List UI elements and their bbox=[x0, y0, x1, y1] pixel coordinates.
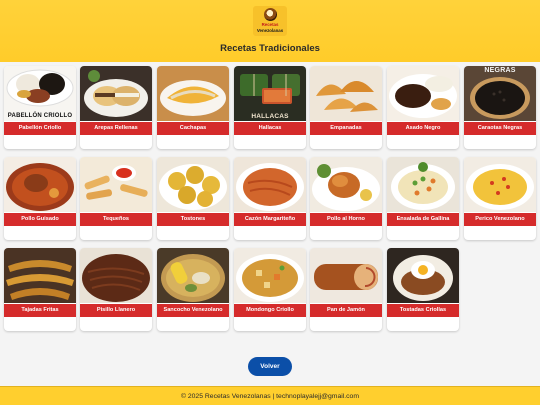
recipe-image bbox=[157, 248, 229, 303]
recipe-image bbox=[157, 66, 229, 121]
recipe-image bbox=[234, 248, 306, 303]
pollo-horno-dish-icon bbox=[310, 157, 382, 212]
recipe-title: Asado Negro bbox=[387, 122, 459, 135]
recipe-card-empanadas[interactable]: Empanadas bbox=[310, 66, 382, 149]
recipe-image: HALLACAS bbox=[234, 66, 306, 121]
site-footer: © 2025 Recetas Venezolanas | technoplaya… bbox=[0, 386, 540, 405]
recipe-title: Ensalada de Gallina bbox=[387, 213, 459, 226]
asado-negro-dish-icon bbox=[387, 66, 459, 121]
recipe-title: Pan de Jamón bbox=[310, 304, 382, 317]
cazon-dish-icon bbox=[234, 157, 306, 212]
recipe-card-pollo-al-horno[interactable]: Pollo al Horno bbox=[310, 157, 382, 240]
recipe-title: Hallacas bbox=[234, 122, 306, 135]
recipe-card-mondongo-criollo[interactable]: Mondongo Criollo bbox=[234, 248, 306, 331]
tostadas-dish-icon bbox=[387, 248, 459, 303]
recipe-card-tostones[interactable]: Tostones bbox=[157, 157, 229, 240]
recipe-card-tequenos[interactable]: Tequeños bbox=[80, 157, 152, 240]
recipe-card-asado-negro[interactable]: Asado Negro bbox=[387, 66, 459, 149]
recipe-card-caraotas-negras[interactable]: NEGRAS Caraotas Negras bbox=[464, 66, 536, 149]
mondongo-dish-icon bbox=[234, 248, 306, 303]
back-button[interactable]: Volver bbox=[248, 357, 292, 376]
recipe-card-ensalada-de-gallina[interactable]: Ensalada de Gallina bbox=[387, 157, 459, 240]
pollo-guisado-dish-icon bbox=[4, 157, 76, 212]
recipe-title: Tostadas Criollas bbox=[387, 304, 459, 317]
recipe-title: Cachapas bbox=[157, 122, 229, 135]
logo-emblem-icon bbox=[263, 8, 277, 21]
recipe-card-cazon-margariteno[interactable]: Cazón Margariteño bbox=[234, 157, 306, 240]
tajadas-dish-icon bbox=[4, 248, 76, 303]
recipe-image-caption: PABELLÓN CRIOLLO bbox=[7, 113, 73, 119]
recipe-card-perico-venezolano[interactable]: Perico Venezolano bbox=[464, 157, 536, 240]
recipe-card-pabellon-criollo[interactable]: PABELLÓN CRIOLLO Pabellón Criollo bbox=[4, 66, 76, 149]
arepas-dish-icon bbox=[80, 66, 152, 121]
recipe-card-tajadas-fritas[interactable]: Tajadas Fritas bbox=[4, 248, 76, 331]
recipe-title: Tajadas Fritas bbox=[4, 304, 76, 317]
recipe-image bbox=[387, 157, 459, 212]
recipe-image bbox=[157, 157, 229, 212]
recipe-image: NEGRAS bbox=[464, 66, 536, 121]
recipe-image bbox=[387, 66, 459, 121]
pisillo-dish-icon bbox=[80, 248, 152, 303]
recipe-image bbox=[387, 248, 459, 303]
tostones-dish-icon bbox=[157, 157, 229, 212]
recipe-title: Arepas Rellenas bbox=[80, 122, 152, 135]
recipe-card-pisillo-llanero[interactable]: Pisillo Llanero bbox=[80, 248, 152, 331]
recipe-card-tostadas-criollas[interactable]: Tostadas Criollas bbox=[387, 248, 459, 331]
recipe-image bbox=[4, 157, 76, 212]
pan-jamon-dish-icon bbox=[310, 248, 382, 303]
recipe-image bbox=[80, 157, 152, 212]
logo-text-line2: Venezolanas bbox=[256, 28, 284, 33]
recipe-title: Pollo Guisado bbox=[4, 213, 76, 226]
recipe-title: Cazón Margariteño bbox=[234, 213, 306, 226]
logo-text-line1: Recetas bbox=[261, 22, 279, 27]
recipe-card-pollo-guisado[interactable]: Pollo Guisado bbox=[4, 157, 76, 240]
recipe-image bbox=[310, 248, 382, 303]
recipe-card-cachapas[interactable]: Cachapas bbox=[157, 66, 229, 149]
recipe-card-hallacas[interactable]: HALLACAS Hallacas bbox=[234, 66, 306, 149]
ensalada-dish-icon bbox=[387, 157, 459, 212]
recipe-image: PABELLÓN CRIOLLO bbox=[4, 66, 76, 121]
sancocho-dish-icon bbox=[157, 248, 229, 303]
recipe-card-sancocho-venezolano[interactable]: Sancocho Venezolano bbox=[157, 248, 229, 331]
recipe-image bbox=[80, 248, 152, 303]
recipe-title: Caraotas Negras bbox=[464, 122, 536, 135]
recipe-image bbox=[310, 66, 382, 121]
recipe-title: Pollo al Horno bbox=[310, 213, 382, 226]
empanadas-dish-icon bbox=[310, 66, 382, 121]
site-logo[interactable]: Recetas Venezolanas bbox=[253, 6, 287, 36]
recipe-image bbox=[80, 66, 152, 121]
recipe-card-pan-de-jamon[interactable]: Pan de Jamón bbox=[310, 248, 382, 331]
recipe-image-caption: NEGRAS bbox=[484, 67, 516, 74]
recipe-image bbox=[310, 157, 382, 212]
recipe-title: Empanadas bbox=[310, 122, 382, 135]
recipe-title: Tostones bbox=[157, 213, 229, 226]
recipe-title: Mondongo Criollo bbox=[234, 304, 306, 317]
recipe-title: Pisillo Llanero bbox=[80, 304, 152, 317]
cachapas-dish-icon bbox=[157, 66, 229, 121]
recipe-title: Sancocho Venezolano bbox=[157, 304, 229, 317]
tequenos-dish-icon bbox=[80, 157, 152, 212]
page-title: Recetas Tradicionales bbox=[220, 43, 320, 54]
perico-dish-icon bbox=[464, 157, 536, 212]
caraotas-dish-icon bbox=[464, 66, 536, 121]
recipe-title: Tequeños bbox=[80, 213, 152, 226]
site-header: Recetas Venezolanas Recetas Tradicionale… bbox=[0, 0, 540, 62]
recipe-title: Perico Venezolano bbox=[464, 213, 536, 226]
footer-text: © 2025 Recetas Venezolanas | technoplaya… bbox=[180, 393, 360, 400]
recipe-card-arepas-rellenas[interactable]: Arepas Rellenas bbox=[80, 66, 152, 149]
recipe-image bbox=[234, 157, 306, 212]
recipe-title: Pabellón Criollo bbox=[4, 122, 76, 135]
recipe-image bbox=[4, 248, 76, 303]
recipe-image bbox=[464, 157, 536, 212]
recipe-image-caption: HALLACAS bbox=[251, 113, 289, 120]
